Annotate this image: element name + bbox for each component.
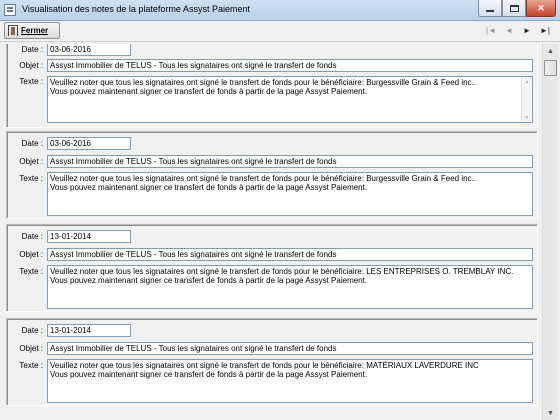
date-label: Date : <box>21 139 43 148</box>
objet-field[interactable]: Assyst Immobilier de TELUS - Tous les si… <box>47 248 533 261</box>
objet-label: Objet : <box>19 250 43 259</box>
note-record: Date : 03-06-2016 Objet : Assyst Immobil… <box>6 131 538 219</box>
note-record: Date : 13-01-2014 Objet : Assyst Immobil… <box>6 318 538 406</box>
date-field[interactable]: 13-01-2014 <box>47 324 131 337</box>
texte-label: Texte : <box>19 267 43 276</box>
texte-line: Vous pouvez maintenant signer ce transfe… <box>50 370 368 379</box>
date-label: Date : <box>21 232 43 241</box>
scroll-down-icon[interactable]: ▼ <box>544 406 557 420</box>
objet-label: Objet : <box>19 61 43 70</box>
maximize-button[interactable] <box>502 0 526 17</box>
close-button[interactable]: ✕ <box>526 0 556 17</box>
objet-label: Objet : <box>19 344 43 353</box>
objet-field[interactable]: Assyst Immobilier de TELUS - Tous les si… <box>47 155 533 168</box>
texte-scrollbar[interactable]: ▲ ▼ <box>521 77 532 122</box>
texte-area[interactable]: Veuillez noter que tous les signataires … <box>47 172 533 216</box>
notes-window: Visualisation des notes de la plateforme… <box>0 0 560 420</box>
date-field[interactable]: 03-06-2016 <box>47 44 131 56</box>
date-field[interactable]: 03-06-2016 <box>47 137 131 150</box>
objet-field[interactable]: Assyst Immobilier de TELUS - Tous les si… <box>47 59 533 72</box>
maximize-icon <box>509 4 519 12</box>
minimize-button[interactable] <box>478 0 502 17</box>
texte-line: Veuillez noter que tous les signataires … <box>50 267 514 276</box>
texte-line: Veuillez noter que tous les signataires … <box>50 174 477 183</box>
texte-area[interactable]: Veuillez noter que tous les signataires … <box>47 265 533 309</box>
texte-line: Vous pouvez maintenant signer ce transfe… <box>50 276 368 285</box>
close-icon: ✕ <box>537 2 545 13</box>
texte-label: Texte : <box>19 174 43 183</box>
texte-line: Vous pouvez maintenant signer ce transfe… <box>50 183 368 192</box>
objet-field[interactable]: Assyst Immobilier de TELUS - Tous les si… <box>47 342 533 355</box>
note-record: Date : 03-06-2016 Objet : Assyst Immobil… <box>6 44 538 128</box>
texte-line: Veuillez noter que tous les signataires … <box>50 78 477 87</box>
fermer-label: Fermer <box>21 26 49 35</box>
scroll-up-icon[interactable]: ▲ <box>523 78 531 85</box>
next-record-button[interactable]: ► <box>520 24 534 38</box>
scroll-down-icon[interactable]: ▼ <box>523 114 531 121</box>
window-title: Visualisation des notes de la plateforme… <box>22 4 250 14</box>
scroll-thumb[interactable] <box>544 60 557 76</box>
objet-label: Objet : <box>19 157 43 166</box>
note-record: Date : 13-01-2014 Objet : Assyst Immobil… <box>6 224 538 312</box>
date-label: Date : <box>21 326 43 335</box>
fermer-button[interactable]: Fermer <box>4 22 60 39</box>
texte-label: Texte : <box>19 361 43 370</box>
texte-line: Vous pouvez maintenant signer ce transfe… <box>50 87 368 96</box>
door-exit-icon <box>8 25 18 36</box>
date-field[interactable]: 13-01-2014 <box>47 230 131 243</box>
scroll-up-icon[interactable]: ▲ <box>544 44 557 58</box>
texte-area[interactable]: Veuillez noter que tous les signataires … <box>47 76 533 123</box>
texte-area[interactable]: Veuillez noter que tous les signataires … <box>47 359 533 403</box>
main-scrollbar[interactable]: ▲ ▼ <box>542 44 558 420</box>
previous-record-button[interactable]: ◄ <box>502 24 516 38</box>
last-record-button[interactable]: ►| <box>538 24 552 38</box>
texte-label: Texte : <box>19 77 43 86</box>
minimize-icon <box>486 9 494 12</box>
first-record-button[interactable]: |◄ <box>484 24 498 38</box>
app-icon <box>4 4 16 16</box>
records-list: Date : 03-06-2016 Objet : Assyst Immobil… <box>2 44 542 420</box>
toolbar: Fermer |◄ ◄ ► ►| <box>0 21 560 42</box>
texte-line: Veuillez noter que tous les signataires … <box>50 361 479 370</box>
date-label: Date : <box>21 45 43 54</box>
title-bar: Visualisation des notes de la plateforme… <box>0 0 560 21</box>
